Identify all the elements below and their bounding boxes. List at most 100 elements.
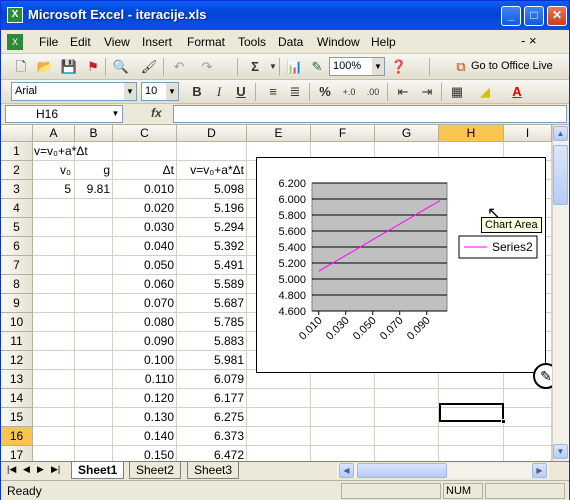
row-header-11[interactable]: 11	[1, 332, 33, 351]
drawing-icon[interactable]: ✎	[307, 57, 327, 77]
row-header-12[interactable]: 12	[1, 351, 33, 370]
worksheet-grid[interactable]: ABCDEFGHI 12345678910111213141516171819 …	[1, 125, 552, 461]
column-header-h[interactable]: H	[439, 125, 504, 142]
column-header-a[interactable]: A	[33, 125, 75, 142]
row-header-13[interactable]: 13	[1, 370, 33, 389]
zoom-combo[interactable]: 100% ▼	[329, 57, 385, 76]
open-icon[interactable]: 📂	[35, 57, 55, 77]
name-box[interactable]: H16 ▼	[5, 105, 123, 123]
cell-d14[interactable]: 6.177	[177, 389, 247, 408]
cell-c6[interactable]: 0.040	[113, 237, 177, 256]
column-header-g[interactable]: G	[375, 125, 439, 142]
menu-view[interactable]: View	[104, 35, 130, 49]
go-to-office-live-link[interactable]: Go to Office Live	[471, 60, 553, 72]
cell-d4[interactable]: 5.196	[177, 199, 247, 218]
vertical-scroll-thumb[interactable]	[553, 145, 568, 205]
cell-c5[interactable]: 0.030	[113, 218, 177, 237]
permission-icon[interactable]: ⚑	[83, 57, 103, 77]
select-all-corner[interactable]	[1, 125, 33, 142]
autosum-icon[interactable]: Σ	[245, 57, 265, 77]
cell-d3[interactable]: 5.098	[177, 180, 247, 199]
format-painter-icon[interactable]: 🖌	[139, 57, 159, 77]
excel-app-icon[interactable]: X	[7, 7, 23, 23]
cell-c15[interactable]: 0.130	[113, 408, 177, 427]
menu-edit[interactable]: Edit	[70, 35, 91, 49]
cell-c17[interactable]: 0.150	[113, 446, 177, 461]
chevron-down-icon[interactable]: ▼	[166, 83, 178, 100]
column-header-b[interactable]: B	[75, 125, 113, 142]
horizontal-scroll-thumb[interactable]	[357, 463, 447, 478]
menu-format[interactable]: Format	[187, 35, 225, 49]
cell-d16[interactable]: 6.373	[177, 427, 247, 446]
italic-button[interactable]: I	[209, 82, 229, 102]
menu-help[interactable]: Help	[371, 35, 396, 49]
autosum-dropdown-icon[interactable]: ▼	[263, 57, 283, 77]
cell-d6[interactable]: 5.392	[177, 237, 247, 256]
row-header-2[interactable]: 2	[1, 161, 33, 180]
cell-a1[interactable]: v=v₀+a*Δt	[34, 142, 88, 161]
decrease-decimal-icon[interactable]: .00	[363, 82, 383, 102]
new-icon[interactable]: 🗋	[11, 57, 31, 77]
cell-d8[interactable]: 5.589	[177, 275, 247, 294]
row-header-14[interactable]: 14	[1, 389, 33, 408]
increase-decimal-icon[interactable]: +.0	[339, 82, 359, 102]
vertical-scrollbar[interactable]: ▲ ▼	[552, 125, 569, 461]
cell-d2[interactable]: v=v₀+a*Δt	[177, 161, 247, 180]
print-preview-icon[interactable]: 🔍	[111, 57, 131, 77]
cell-d13[interactable]: 6.079	[177, 370, 247, 389]
font-name-combo[interactable]: Arial ▼	[11, 82, 137, 101]
row-header-7[interactable]: 7	[1, 256, 33, 275]
cell-d15[interactable]: 6.275	[177, 408, 247, 427]
row-header-8[interactable]: 8	[1, 275, 33, 294]
row-header-4[interactable]: 4	[1, 199, 33, 218]
cell-b3[interactable]: 9.81	[75, 180, 113, 199]
menu-insert[interactable]: Insert	[142, 35, 172, 49]
cell-c13[interactable]: 0.110	[113, 370, 177, 389]
row-header-5[interactable]: 5	[1, 218, 33, 237]
row-header-3[interactable]: 3	[1, 180, 33, 199]
chevron-down-icon[interactable]: ▼	[124, 83, 136, 100]
scroll-up-arrow-icon[interactable]: ▲	[553, 126, 568, 141]
column-header-f[interactable]: F	[311, 125, 375, 142]
borders-icon[interactable]: ▦	[447, 82, 467, 102]
next-sheet-icon[interactable]: ▶	[37, 464, 44, 475]
cell-d9[interactable]: 5.687	[177, 294, 247, 313]
cell-d12[interactable]: 5.981	[177, 351, 247, 370]
scroll-down-arrow-icon[interactable]: ▼	[553, 444, 568, 459]
workbook-window-controls[interactable]: - ×	[521, 33, 537, 48]
menu-file[interactable]: File	[39, 35, 58, 49]
cell-c10[interactable]: 0.080	[113, 313, 177, 332]
row-header-6[interactable]: 6	[1, 237, 33, 256]
undo-icon[interactable]: ↶	[169, 57, 189, 77]
cell-c16[interactable]: 0.140	[113, 427, 177, 446]
row-header-9[interactable]: 9	[1, 294, 33, 313]
cell-c4[interactable]: 0.020	[113, 199, 177, 218]
font-size-combo[interactable]: 10 ▼	[141, 82, 179, 101]
cell-d17[interactable]: 6.472	[177, 446, 247, 461]
bold-button[interactable]: B	[187, 82, 207, 102]
maximize-button[interactable]: □	[524, 6, 544, 26]
column-header-c[interactable]: C	[113, 125, 177, 142]
sheet-tab-sheet1[interactable]: Sheet1	[71, 462, 125, 479]
cell-d10[interactable]: 5.785	[177, 313, 247, 332]
menu-tools[interactable]: Tools	[238, 35, 266, 49]
fill-handle[interactable]	[501, 419, 506, 424]
column-header-i[interactable]: I	[504, 125, 552, 142]
scroll-right-arrow-icon[interactable]: ▶	[532, 463, 547, 478]
chevron-down-icon[interactable]: ▼	[372, 58, 384, 75]
office-live-icon[interactable]: ⧉	[451, 57, 471, 77]
cell-a2[interactable]: v₀	[34, 161, 74, 180]
prev-sheet-icon[interactable]: ◀	[23, 464, 30, 475]
percent-style-button[interactable]: %	[315, 82, 335, 102]
close-button[interactable]: ✕	[547, 6, 567, 26]
align-left-icon[interactable]: ≡	[263, 82, 283, 102]
cell-d11[interactable]: 5.883	[177, 332, 247, 351]
cell-c3[interactable]: 0.010	[113, 180, 177, 199]
chevron-down-icon[interactable]: ▼	[109, 106, 122, 122]
help-icon[interactable]: ❓	[389, 57, 409, 77]
cell-c8[interactable]: 0.060	[113, 275, 177, 294]
row-header-16[interactable]: 16	[1, 427, 33, 446]
row-header-15[interactable]: 15	[1, 408, 33, 427]
chart-wizard-icon[interactable]: 📊	[285, 57, 305, 77]
cell-c12[interactable]: 0.100	[113, 351, 177, 370]
